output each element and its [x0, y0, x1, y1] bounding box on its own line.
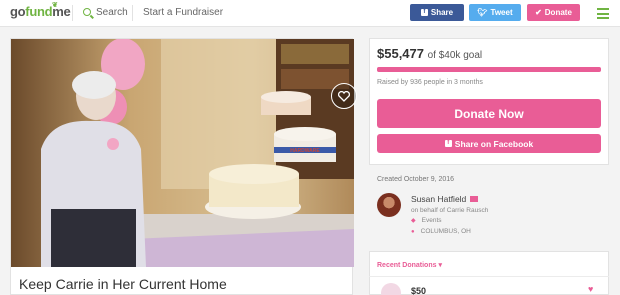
logo-fund: fund [25, 4, 53, 19]
amount-value: $55,477 [377, 46, 424, 61]
tweet-button[interactable]: 🐦︎ Tweet [469, 4, 521, 21]
recent-donations-label: Recent Donations [377, 262, 437, 269]
category-label: Events [421, 217, 442, 224]
campaign-card: HARDWARE [10, 38, 357, 295]
twitter-icon: 🐦︎ [477, 8, 488, 17]
progress-bar [377, 67, 601, 72]
favorite-heart-icon[interactable] [331, 83, 357, 109]
recent-donations-card [369, 251, 609, 295]
gofundme-logo[interactable]: gofundme ❦ [10, 2, 71, 19]
heart-icon: ♥ [588, 284, 594, 294]
donation-amount: $50 [411, 286, 427, 295]
share-facebook-button[interactable]: f Share on Facebook [377, 134, 601, 153]
goal-text: of $40k goal [427, 50, 483, 61]
category[interactable]: ◆ Events [411, 217, 442, 224]
amount-raised: $55,477 of $40k goal [377, 46, 482, 61]
donate-now-button[interactable]: Donate Now [377, 99, 601, 128]
on-behalf-text: on behalf of Carrie Rausch [411, 207, 489, 214]
top-nav: gofundme ❦ Search Start a Fundraiser f S… [0, 0, 620, 27]
nav-divider [132, 5, 133, 21]
search-icon [83, 8, 91, 16]
location-pin-icon: ● [411, 229, 415, 235]
hamburger-menu-icon[interactable] [597, 8, 609, 22]
check-icon: ✔ [535, 8, 542, 17]
divider [369, 276, 609, 277]
search-link[interactable]: Search [83, 7, 128, 18]
nav-divider [72, 5, 73, 21]
raised-by-text: Raised by 936 people in 3 months [377, 79, 483, 86]
facebook-icon: f [444, 140, 452, 147]
campaign-photo: HARDWARE [11, 39, 354, 267]
tag-icon: ◆ [411, 218, 416, 224]
share-label: Share [430, 8, 454, 17]
share-facebook-label: Share on Facebook [454, 138, 534, 149]
logo-go: go [10, 4, 26, 19]
chevron-down-icon: ▾ [438, 262, 442, 269]
created-date: Created October 9, 2016 [377, 176, 455, 183]
recent-donations-toggle[interactable]: Recent Donations ▾ [377, 261, 442, 269]
start-fundraiser-link[interactable]: Start a Fundraiser [143, 7, 223, 18]
mail-icon[interactable] [470, 196, 479, 202]
donate-label: Donate [544, 8, 572, 17]
donate-top-button[interactable]: ✔ Donate [527, 4, 580, 21]
campaign-title: Keep Carrie in Her Current Home [19, 276, 227, 292]
cake-label: HARDWARE [290, 148, 320, 154]
location-label: COLUMBUS, OH [420, 228, 471, 235]
share-button[interactable]: f Share [410, 4, 464, 21]
tweet-label: Tweet [490, 8, 513, 17]
search-label: Search [96, 7, 128, 18]
organizer-name-text: Susan Hatfield [411, 194, 467, 204]
organizer-avatar[interactable] [377, 193, 401, 217]
organizer-name[interactable]: Susan Hatfield [411, 194, 479, 204]
facebook-icon: f [420, 9, 428, 16]
sprout-icon: ❦ [52, 2, 58, 9]
location: ● COLUMBUS, OH [411, 228, 471, 235]
progress-fill [377, 67, 601, 72]
